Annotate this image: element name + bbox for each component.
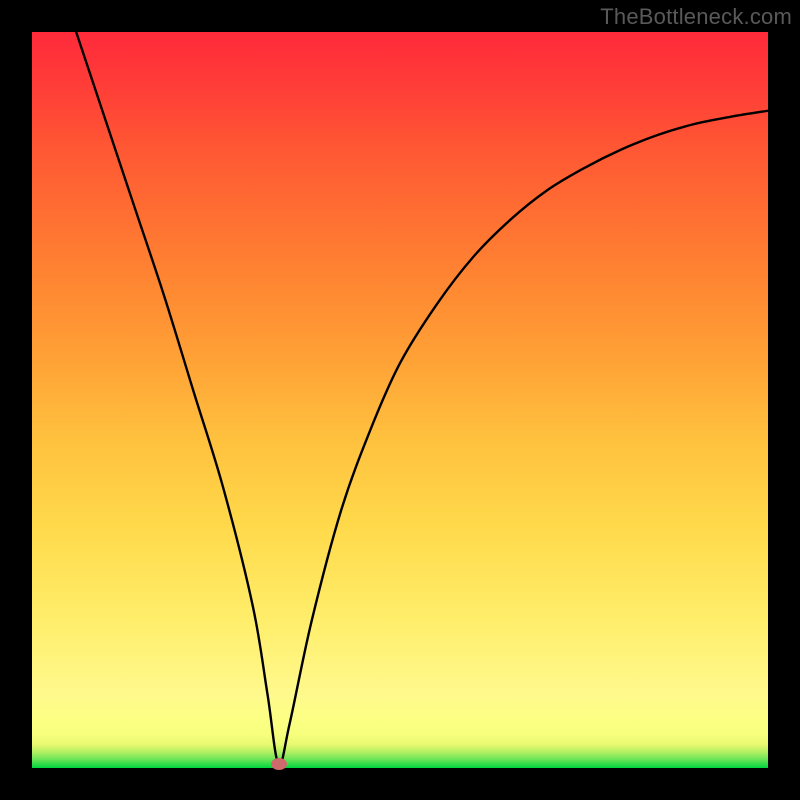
bottleneck-curve: [32, 32, 768, 768]
chart-frame: TheBottleneck.com: [0, 0, 800, 800]
optimal-point-marker: [271, 758, 287, 770]
plot-area: [32, 32, 768, 768]
watermark-text: TheBottleneck.com: [600, 4, 792, 30]
